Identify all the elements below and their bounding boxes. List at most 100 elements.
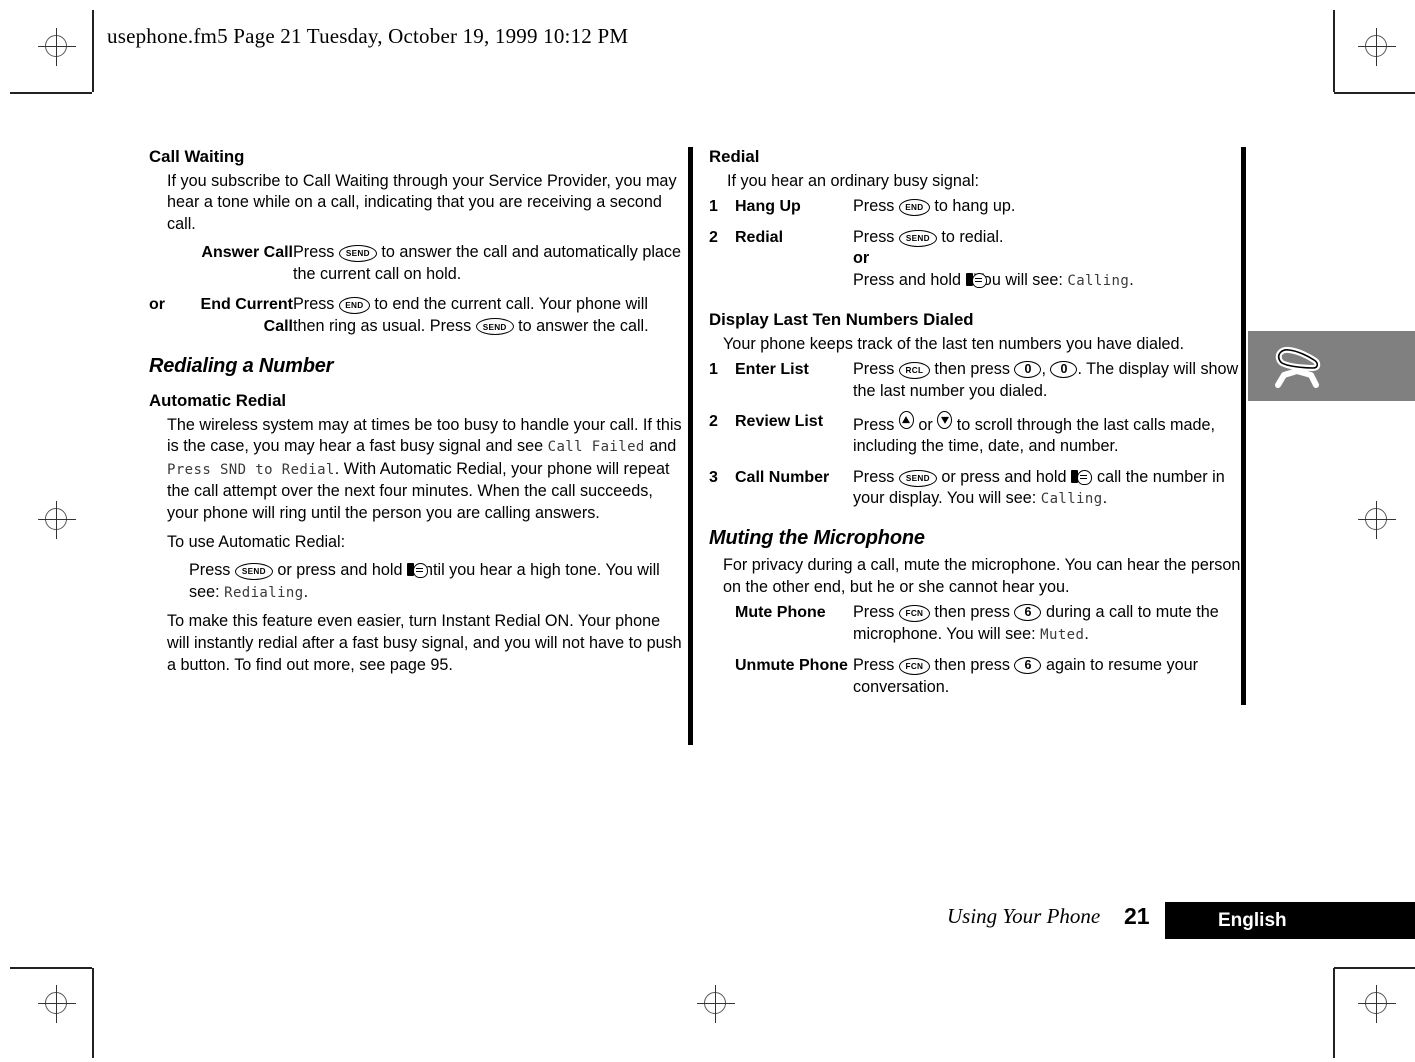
column-divider-left bbox=[688, 147, 693, 745]
lcd-calling: Calling bbox=[1067, 272, 1130, 289]
press-word: Press bbox=[853, 467, 895, 486]
heading-automatic-redial: Automatic Redial bbox=[149, 390, 287, 410]
table-row: 1 Enter List Press RCL then press 0, 0. … bbox=[709, 359, 1243, 411]
display-last-ten-intro: Your phone keeps track of the last ten n… bbox=[723, 334, 1185, 353]
six-key-icon: 6 bbox=[1014, 603, 1042, 621]
registration-mark-mid-left bbox=[38, 501, 76, 539]
para-text-b: and bbox=[644, 437, 677, 456]
call-waiting-intro: If you subscribe to Call Waiting through… bbox=[167, 171, 677, 233]
press-word: Press bbox=[189, 561, 231, 580]
press-word: Press bbox=[293, 243, 335, 262]
step-number bbox=[709, 602, 735, 655]
redial-steps-table: 1 Hang Up Press END to hang up. 2 Redial… bbox=[709, 196, 1243, 301]
automatic-redial-para-1: The wireless system may at times be too … bbox=[149, 415, 683, 525]
heading-call-waiting: Call Waiting bbox=[149, 147, 245, 166]
press-word: Press bbox=[293, 295, 335, 314]
send-key-icon: SEND bbox=[898, 469, 937, 487]
footer-page-number: 21 bbox=[1124, 903, 1150, 929]
lcd-calling: Calling bbox=[1040, 491, 1103, 508]
registration-mark-bottom-right bbox=[1358, 985, 1396, 1023]
crop-line-top-right-vertical bbox=[1333, 10, 1335, 92]
step-number: 1 bbox=[709, 198, 718, 216]
lcd-press-snd-to-redial: Press SND to Redial bbox=[167, 461, 335, 478]
step-label: Call Number bbox=[735, 468, 830, 486]
hold-key-icon bbox=[965, 272, 987, 288]
heading-redial: Redial bbox=[709, 147, 760, 166]
step-number bbox=[709, 655, 735, 707]
chapter-thumb-tab bbox=[1248, 331, 1415, 401]
right-column: Redial If you hear an ordinary busy sign… bbox=[709, 146, 1243, 715]
alt-text-end: . bbox=[1129, 270, 1134, 289]
zero-key-icon-2: 0 bbox=[1050, 360, 1078, 378]
down-arrow-key-icon bbox=[937, 411, 953, 429]
para-text-b: or press and hold bbox=[277, 561, 403, 580]
zero-key-icon: 0 bbox=[1014, 360, 1042, 378]
step-description: Press FCN then press 6 again to resume y… bbox=[853, 655, 1243, 707]
automatic-redial-para-2: To use Automatic Redial: bbox=[167, 532, 346, 551]
rcl-key-icon: RCL bbox=[898, 362, 930, 379]
table-row: 3 Call Number Press SEND or press and ho… bbox=[709, 467, 1243, 520]
step-label: Answer Call bbox=[201, 244, 293, 262]
step-description-text-2: to answer the call. bbox=[518, 316, 649, 335]
table-row: 2 Review List Press or to scroll through… bbox=[709, 411, 1243, 467]
press-word: Press bbox=[853, 656, 895, 675]
alt-text-post: You will see: bbox=[973, 270, 1068, 289]
footer-chapter-title: Using Your Phone bbox=[947, 904, 1101, 928]
crop-line-bottom-left-horizontal bbox=[10, 967, 92, 969]
step-description-text: then press bbox=[934, 656, 1010, 675]
step-number: 1 bbox=[709, 361, 718, 379]
registration-mark-bottom-left bbox=[38, 985, 76, 1023]
step-description-text: then press bbox=[934, 603, 1010, 622]
send-key-icon: SEND bbox=[234, 562, 273, 580]
footer-language-bar: English bbox=[1165, 902, 1415, 939]
crop-line-bottom-right-horizontal bbox=[1334, 967, 1415, 969]
fcn-key-icon: FCN bbox=[898, 605, 930, 623]
step-description: Press RCL then press 0, 0. The display w… bbox=[853, 359, 1243, 411]
page-header: usephone.fm5 Page 21 Tuesday, October 19… bbox=[107, 24, 629, 48]
alt-text-pre: Press and hold bbox=[853, 270, 961, 289]
crop-line-bottom-right-vertical bbox=[1333, 968, 1335, 1058]
step-description: Press END to end the current call. Your … bbox=[293, 294, 683, 346]
step-description: Press END to hang up. bbox=[853, 196, 1243, 227]
table-row: Answer Call Press SEND to answer the cal… bbox=[149, 242, 683, 294]
six-key-icon: 6 bbox=[1014, 656, 1042, 674]
hold-key-icon bbox=[1070, 469, 1092, 485]
table-row: 1 Hang Up Press END to hang up. bbox=[709, 196, 1243, 227]
registration-mark-bottom-center bbox=[697, 985, 735, 1023]
press-word: Press bbox=[853, 360, 895, 379]
call-waiting-steps-table: Answer Call Press SEND to answer the cal… bbox=[149, 242, 683, 346]
send-key-icon: SEND bbox=[338, 245, 377, 263]
lcd-call-failed: Call Failed bbox=[547, 439, 645, 456]
lcd-redialing: Redialing bbox=[224, 584, 304, 601]
crop-line-top-left-vertical bbox=[92, 10, 94, 92]
step-number: 3 bbox=[709, 468, 718, 486]
step-description: Press or to scroll through the last call… bbox=[853, 411, 1243, 467]
step-description: Press SEND or press and hold to call the… bbox=[853, 467, 1243, 520]
heading-display-last-ten-numbers-dialed: Display Last Ten Numbers Dialed bbox=[709, 310, 974, 329]
step-label: Enter List bbox=[735, 361, 809, 379]
press-word: Press bbox=[853, 227, 895, 246]
step-number: or bbox=[149, 296, 165, 314]
automatic-redial-para-4: To make this feature even easier, turn I… bbox=[167, 612, 682, 674]
step-description-end: . bbox=[1084, 624, 1089, 643]
fcn-key-icon: FCN bbox=[898, 658, 930, 676]
table-row: Unmute Phone Press FCN then press 6 agai… bbox=[709, 655, 1243, 707]
step-number: 2 bbox=[709, 228, 718, 246]
step-number bbox=[149, 242, 175, 294]
step-label: Review List bbox=[735, 413, 824, 430]
or-word: or bbox=[853, 249, 870, 268]
display-last-ten-steps-table: 1 Enter List Press RCL then press 0, 0. … bbox=[709, 359, 1243, 519]
muting-intro: For privacy during a call, mute the micr… bbox=[723, 556, 1241, 596]
end-key-icon: END bbox=[338, 297, 370, 314]
send-key-icon: SEND bbox=[475, 318, 514, 336]
heading-redialing-a-number: Redialing a Number bbox=[149, 355, 334, 378]
para-text-d: . bbox=[303, 582, 309, 601]
registration-mark-top-right bbox=[1358, 28, 1396, 66]
press-word: Press bbox=[853, 197, 895, 216]
up-arrow-key-icon bbox=[898, 411, 914, 429]
press-word: Press bbox=[853, 416, 895, 434]
step-description-end: . bbox=[1102, 489, 1108, 508]
step-description-text: or press and hold bbox=[941, 467, 1067, 486]
press-word: Press bbox=[853, 603, 895, 622]
step-label: Redial bbox=[735, 228, 784, 246]
